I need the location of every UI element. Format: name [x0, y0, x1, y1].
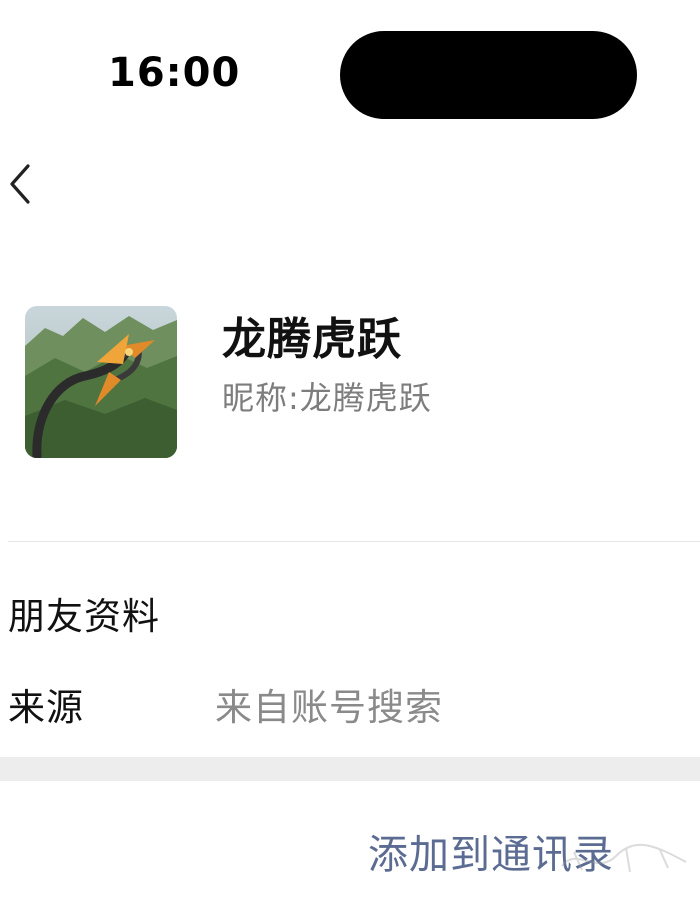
- section-separator: [0, 757, 700, 781]
- avatar[interactable]: [25, 306, 177, 458]
- dynamic-island: [340, 31, 637, 119]
- status-time: 16:00: [108, 50, 241, 96]
- watermark: [556, 836, 696, 896]
- display-name: 龙腾虎跃: [222, 314, 402, 365]
- avatar-image: [25, 306, 177, 458]
- nickname-row: 昵称:龙腾虎跃: [222, 373, 432, 419]
- nickname-label: 昵称:: [222, 379, 300, 417]
- back-button[interactable]: [0, 160, 48, 210]
- source-value: 来自账号搜索: [215, 686, 443, 729]
- nickname-value: 龙腾虎跃: [299, 379, 432, 417]
- chevron-left-icon: [10, 164, 30, 204]
- divider: [8, 541, 700, 542]
- source-label: 来源: [8, 686, 84, 729]
- friend-info-title[interactable]: 朋友资料: [8, 586, 160, 640]
